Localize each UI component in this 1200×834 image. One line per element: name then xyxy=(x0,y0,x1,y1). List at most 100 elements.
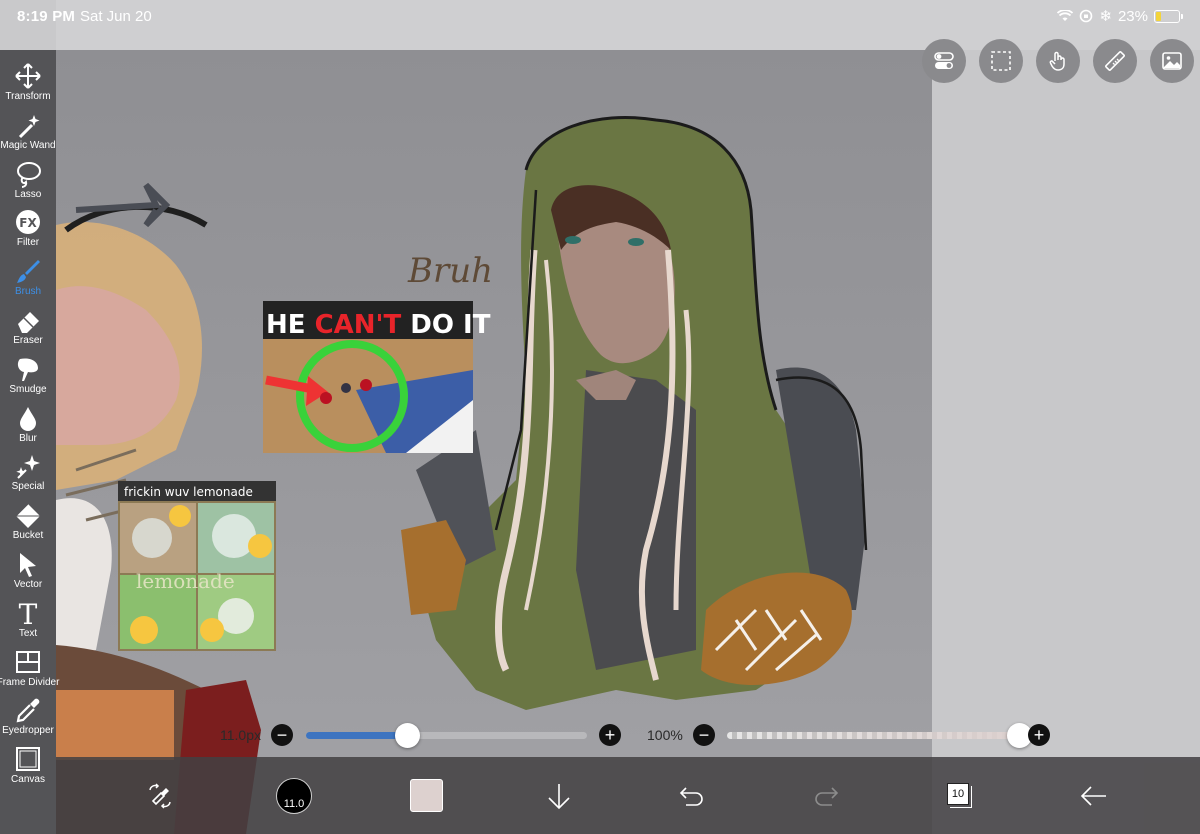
fx-icon: FX xyxy=(16,210,40,235)
redo-icon xyxy=(815,786,839,806)
meme-image-basketball: HE CAN'T DO IT xyxy=(263,301,491,453)
brush-icon xyxy=(17,260,40,284)
canvas-margin xyxy=(932,50,1200,834)
arrow-down-icon xyxy=(548,783,570,809)
tool-blur[interactable]: Blur xyxy=(0,401,56,449)
meme-watermark: lemonade xyxy=(136,569,235,593)
brush-swap-icon xyxy=(149,782,171,809)
layers-button[interactable]: 10 xyxy=(944,757,976,834)
brush-size-knob[interactable] xyxy=(394,723,420,748)
tool-frame-divider[interactable]: Frame Divider xyxy=(0,645,60,693)
current-color-swatch xyxy=(409,779,443,812)
tool-label: Special xyxy=(11,481,45,493)
move-arrows-icon xyxy=(15,63,41,89)
svg-text:T: T xyxy=(19,599,38,627)
toggle-switches-icon xyxy=(934,52,954,69)
tool-smudge[interactable]: Smudge xyxy=(0,352,56,400)
sparkle-icon xyxy=(16,455,40,480)
tool-transform[interactable]: Transform xyxy=(0,59,56,107)
tool-label: Bucket xyxy=(12,530,44,542)
lasso-icon xyxy=(17,161,41,188)
tool-eraser[interactable]: Eraser xyxy=(0,303,56,351)
tool-text[interactable]: T Text xyxy=(0,596,56,644)
artwork-illustration: Bruh HE CAN'T DO IT frickin wuv lemonade… xyxy=(56,115,868,834)
opacity-value: 100% xyxy=(647,727,683,743)
undo-button[interactable] xyxy=(676,757,708,834)
frame-divider-icon xyxy=(16,650,40,673)
brush-size-indicator: 11.0 xyxy=(276,777,312,814)
snowflake-icon: ❄ xyxy=(1099,8,1112,25)
layers-icon: 10 xyxy=(947,782,973,809)
touch-hand-icon xyxy=(1049,51,1065,71)
drawing-canvas[interactable]: Bruh HE CAN'T DO IT frickin wuv lemonade… xyxy=(56,0,1200,834)
battery-icon xyxy=(1154,9,1183,23)
undo-icon xyxy=(679,786,703,806)
droplet-icon xyxy=(20,406,36,431)
tool-magic-wand[interactable]: Magic Wand xyxy=(0,108,56,156)
svg-text:FX: FX xyxy=(19,216,37,230)
battery-percent: 23% xyxy=(1117,7,1148,25)
tool-bucket[interactable]: Bucket xyxy=(0,498,56,546)
brush-eraser-switch-button[interactable] xyxy=(138,757,182,834)
meme-caption-b: frickin wuv lemonade xyxy=(124,485,253,499)
brush-size-fill xyxy=(306,732,408,739)
meme-image-lemonade: frickin wuv lemonade lemonade xyxy=(118,481,276,651)
bruh-handwriting: Bruh xyxy=(407,251,493,291)
tool-label: Smudge xyxy=(9,383,47,395)
wifi-icon xyxy=(1057,10,1074,21)
opacity-increase-button[interactable]: + xyxy=(1028,724,1050,746)
ruler-icon xyxy=(1105,51,1125,71)
bucket-icon xyxy=(14,503,40,529)
opacity-decrease-button[interactable]: − xyxy=(693,724,715,746)
tool-label: Frame Divider xyxy=(0,676,60,688)
ruler-button[interactable] xyxy=(1093,39,1137,83)
tool-label: Lasso xyxy=(14,188,42,200)
tool-special[interactable]: Special xyxy=(0,449,56,497)
status-bar: 8:19 PM Sat Jun 20 ❄ 23% xyxy=(0,0,1200,32)
opacity-track[interactable] xyxy=(727,732,1023,739)
eyedropper-icon xyxy=(16,699,40,723)
tool-filter[interactable]: FX Filter xyxy=(0,205,56,253)
tool-label: Text xyxy=(18,627,38,639)
selection-button[interactable] xyxy=(979,39,1023,83)
canvas-icon xyxy=(16,747,40,772)
tool-label: Magic Wand xyxy=(0,139,56,151)
layer-count: 10 xyxy=(947,782,969,805)
eraser-icon xyxy=(18,312,39,333)
artboard[interactable]: Bruh HE CAN'T DO IT frickin wuv lemonade… xyxy=(56,50,932,834)
toggle-settings-button[interactable] xyxy=(922,39,966,83)
download-button[interactable] xyxy=(544,757,574,834)
orientation-lock-icon xyxy=(1080,9,1093,23)
tool-label: Eraser xyxy=(13,335,43,346)
tool-brush[interactable]: Brush xyxy=(0,254,56,302)
tool-label: Blur xyxy=(19,432,37,444)
status-date: Sat Jun 20 xyxy=(80,8,152,25)
tool-vector[interactable]: Vector xyxy=(0,547,56,595)
tool-eyedropper[interactable]: Eyedropper xyxy=(0,693,56,741)
brush-size-track[interactable] xyxy=(306,732,587,739)
brush-size-increase-button[interactable]: + xyxy=(599,724,621,746)
reference-image-button[interactable] xyxy=(1150,39,1194,83)
text-icon: T xyxy=(19,599,38,627)
tool-canvas[interactable]: Canvas xyxy=(0,742,56,790)
status-time: 8:19 PM xyxy=(17,8,76,25)
selection-rect-icon xyxy=(991,51,1011,71)
brush-size-decrease-button[interactable]: − xyxy=(271,724,293,746)
tool-lasso[interactable]: Lasso xyxy=(0,157,56,205)
cursor-arrow-icon xyxy=(20,553,36,577)
opacity-gradient xyxy=(727,732,1023,739)
tool-label: Canvas xyxy=(11,774,45,786)
tool-label: Vector xyxy=(13,579,43,590)
brush-size-value: 11.0px xyxy=(220,727,261,743)
tool-sidebar: Transform Magic Wand Lasso FX Filter Brush Era… xyxy=(0,50,60,834)
color-picker-button[interactable] xyxy=(408,757,444,834)
image-icon xyxy=(1162,52,1182,70)
arrow-left-icon xyxy=(1080,785,1106,806)
tool-label: Filter xyxy=(16,237,40,249)
back-button[interactable] xyxy=(1076,757,1112,834)
smudge-icon xyxy=(17,358,38,381)
redo-button[interactable] xyxy=(810,757,842,834)
bottom-toolbar: 11.0 10 xyxy=(56,757,1200,834)
brush-settings-button[interactable]: 11.0 xyxy=(274,757,314,834)
touch-mode-button[interactable] xyxy=(1036,39,1080,83)
